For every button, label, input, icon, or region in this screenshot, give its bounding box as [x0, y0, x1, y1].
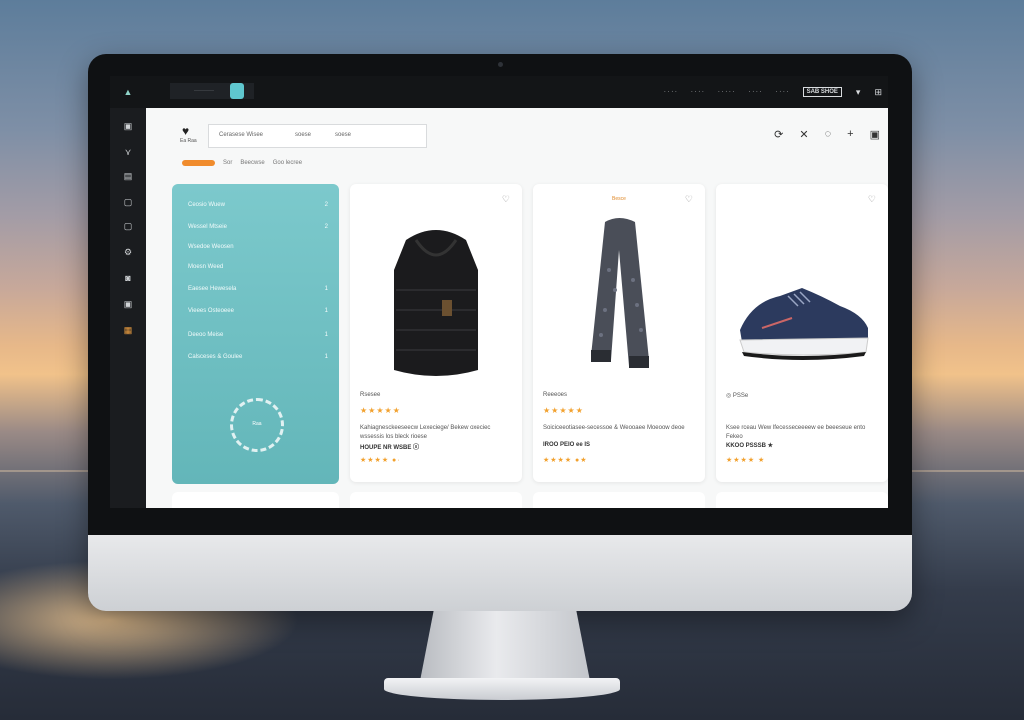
screen: ▲ ·········· · · · · · · · · · · · · · ·… [110, 76, 888, 508]
category-item[interactable]: Calsceses & Goulee 1 [188, 354, 328, 360]
category-item[interactable]: Moesn Weed [188, 264, 328, 270]
cart-icon[interactable]: ⊞ [874, 87, 882, 98]
scarf-image [591, 218, 649, 368]
search-term-3: soese [335, 132, 352, 138]
chat-icon[interactable]: ◌ [825, 128, 832, 141]
category-item[interactable]: Vieees Osteoeee 1 [188, 308, 328, 314]
camera-dot [498, 62, 503, 67]
user-icon[interactable]: ◙ [122, 272, 134, 284]
product-card-row2[interactable] [172, 492, 339, 508]
vest-image [394, 230, 478, 376]
category-item[interactable]: Ceosio Wuew 2 [188, 202, 328, 208]
refresh-icon[interactable]: ⟳ [774, 128, 783, 141]
monitor-stand [420, 611, 590, 681]
star-rating: ★★★★★ [360, 406, 401, 415]
product-tag: Besce [612, 196, 626, 202]
product-description: Ksee rceau Wew lfecesseceeeew ee beeeseu… [726, 425, 866, 440]
plus-icon[interactable]: + [847, 128, 853, 141]
product-card-row2[interactable] [533, 492, 705, 508]
search-term-2: soese [295, 132, 312, 138]
search-button[interactable] [230, 83, 244, 99]
close-icon[interactable]: ✕ [799, 128, 808, 141]
star-rating: ★★★★★ [543, 406, 584, 415]
product-name: Reeeoes [543, 392, 568, 398]
star-icon[interactable]: ▦ [122, 324, 134, 336]
review-rating: ★★★★ ●★ [543, 457, 588, 464]
filter-bar: Sor Beecwse Goo lecree [182, 160, 302, 166]
filter-2[interactable]: Beecwse [240, 160, 264, 166]
category-item[interactable]: Wessel Mtseie 2 [188, 224, 328, 230]
main-content: ♥ Ea Raa Cerasese Wisee soese soese ⟳ ✕ … [146, 108, 888, 508]
product-price: IROO PEIO ee IS [543, 442, 591, 448]
brand-badge[interactable]: SAB SHOE [802, 87, 842, 97]
list-icon[interactable]: ▣ [122, 298, 134, 310]
product-card[interactable]: ♡ ◎ PSSe Ksee rceau Wew lfecesseceeeew e… [716, 184, 888, 482]
product-card[interactable]: ♡ Rsesee ★★★★★ Kahiagnesckeeseecw Lexeci… [350, 184, 522, 482]
product-card-row2[interactable] [350, 492, 522, 508]
sneaker-image [739, 288, 869, 360]
home-icon[interactable]: ▣ [122, 120, 134, 132]
menu-icon[interactable]: ⋎ [122, 146, 134, 158]
product-price: HOUPE NR WSBE ⓧ [360, 445, 420, 451]
box-icon[interactable]: ▢ [122, 196, 134, 208]
product-card[interactable]: ♡ Besce Reeeoes ★★★★★ Soiciceeotiasee-se… [533, 184, 705, 482]
product-price: KKOO PSSSB ★ [726, 443, 774, 449]
store-logo-text: Ea Raa [180, 138, 197, 144]
heart-icon[interactable]: ♡ [502, 194, 510, 205]
product-card-row2[interactable] [716, 492, 888, 508]
monitor-chin [88, 535, 912, 611]
category-panel: Ceosio Wuew 2 Wessel Mtseie 2 Wsedoe Weose… [172, 184, 339, 484]
bag-icon[interactable]: ▣ [870, 128, 880, 141]
progress-ring: Raa [230, 398, 284, 452]
heart-icon[interactable]: ♡ [868, 194, 876, 205]
sidebar: ▣ ⋎ ▤ ▢ ▢ ⚙ ◙ ▣ ▦ [110, 108, 146, 508]
category-item[interactable]: Eaesee Hewesela 1 [188, 286, 328, 292]
settings-icon[interactable]: ⚙ [122, 246, 134, 258]
nav-link-3[interactable]: · · · · · [718, 89, 735, 95]
filter-sort[interactable]: Sor [223, 160, 232, 166]
nav-link-2[interactable]: · · · · [691, 89, 704, 95]
product-description: Kahiagnesckeeseecw Lexeciege/ Bekew oxec… [360, 425, 491, 440]
brand-logo-icon[interactable]: ▲ [118, 84, 138, 100]
nav-link-1[interactable]: · · · · [664, 89, 677, 95]
review-rating: ★★★★ ★ [726, 457, 766, 464]
nav-link-4[interactable]: · · · · [749, 89, 762, 95]
search-term-1: Cerasese Wisee [219, 132, 264, 138]
chevron-down-icon[interactable]: ▾ [856, 87, 861, 98]
chat-icon[interactable]: ▢ [122, 220, 134, 232]
filter-3[interactable]: Goo lecree [273, 160, 302, 166]
active-filter-pill[interactable] [182, 160, 215, 166]
product-name: Rsesee [360, 392, 381, 398]
nav-link-5[interactable]: · · · · [776, 89, 789, 95]
category-item[interactable]: Deeoo Meise 1 [188, 332, 328, 338]
category-item[interactable]: Wsedoe Weosen [188, 244, 328, 250]
review-rating: ★★★★ ●· [360, 457, 401, 464]
top-bar: ▲ ·········· · · · · · · · · · · · · · ·… [110, 76, 888, 108]
product-name: ◎ PSSe [726, 393, 749, 399]
store-logo-icon[interactable]: ♥ [182, 124, 189, 138]
grid-icon[interactable]: ▤ [122, 170, 134, 182]
search-input[interactable]: Cerasese Wisee soese soese [208, 124, 427, 148]
product-description: Soiciceeotiasee-secessoe & Weooaee Moeoo… [543, 425, 685, 431]
monitor-base [384, 678, 620, 700]
